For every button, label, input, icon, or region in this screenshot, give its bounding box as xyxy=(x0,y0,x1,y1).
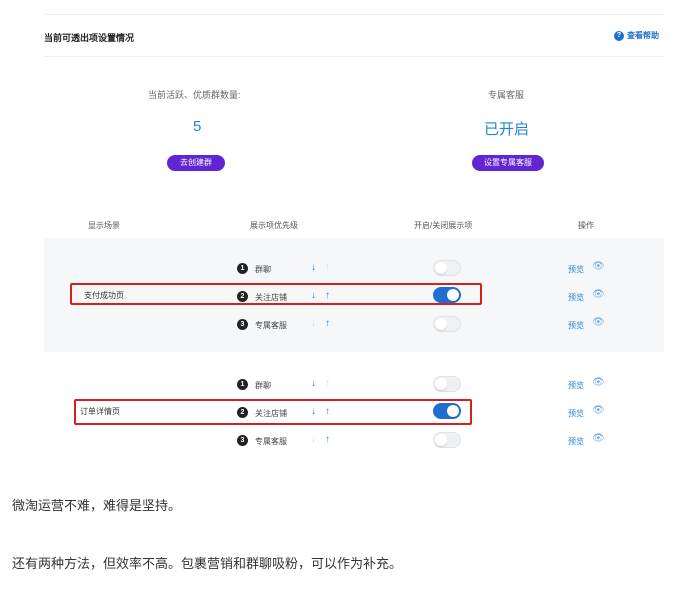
preview-link[interactable]: 预览 xyxy=(568,436,584,447)
rank-badge: 1 xyxy=(237,379,248,390)
exclusive-service-status: 已开启 xyxy=(484,121,530,138)
toggle-switch[interactable] xyxy=(433,432,461,448)
preview-link[interactable]: 预览 xyxy=(568,292,584,303)
highlight-box xyxy=(70,283,482,305)
header-scene: 显示场景 xyxy=(88,221,120,230)
preview-link[interactable]: 预览 xyxy=(568,320,584,331)
header-divider xyxy=(44,56,664,57)
eye-icon[interactable]: 👁 xyxy=(592,261,605,272)
article-paragraph: 微淘运营不难，难得是坚持。 xyxy=(12,499,182,514)
set-exclusive-service-button[interactable]: 设置专属客服 xyxy=(472,155,544,171)
header-toggle: 开启/关闭展示项 xyxy=(414,221,473,230)
create-group-button[interactable]: 去创建群 xyxy=(167,155,225,171)
help-icon: ? xyxy=(614,30,624,41)
arrow-down-icon[interactable]: ↓ xyxy=(311,263,316,273)
eye-icon[interactable]: 👁 xyxy=(592,405,605,416)
help-link[interactable]: ? 查看帮助 xyxy=(614,30,659,41)
rank-badge: 1 xyxy=(237,263,248,274)
header-action: 操作 xyxy=(578,221,594,230)
arrow-up-icon[interactable]: ↑ xyxy=(325,319,330,329)
eye-icon[interactable]: 👁 xyxy=(592,433,605,444)
eye-icon[interactable]: 👁 xyxy=(592,317,605,328)
arrow-down-icon[interactable]: ↓ xyxy=(311,379,316,389)
rank-badge: 3 xyxy=(237,435,248,446)
rank-badge: 3 xyxy=(237,319,248,330)
row-name-exclusive-service: 专属客服 xyxy=(255,437,287,446)
toggle-switch[interactable] xyxy=(433,376,461,392)
eye-icon[interactable]: 👁 xyxy=(592,289,605,300)
toggle-switch[interactable] xyxy=(433,316,461,332)
eye-icon[interactable]: 👁 xyxy=(592,377,605,388)
help-label: 查看帮助 xyxy=(627,31,659,40)
arrow-up-icon[interactable]: ↑ xyxy=(325,435,330,445)
header-priority: 展示项优先级 xyxy=(250,221,298,230)
active-groups-count: 5 xyxy=(193,118,202,135)
row-name-group-chat: 群聊 xyxy=(255,381,271,390)
article-paragraph: 还有两种方法，但效率不高。包裹营销和群聊吸粉，可以作为补充。 xyxy=(12,557,403,572)
panel-title: 当前可透出项设置情况 xyxy=(44,33,135,43)
top-border xyxy=(44,14,664,15)
arrow-down-icon: ↓ xyxy=(311,318,316,329)
exclusive-service-label: 专属客服 xyxy=(488,90,525,100)
active-groups-label: 当前活跃、优质群数量: xyxy=(148,90,241,100)
arrow-up-icon: ↑ xyxy=(325,378,330,389)
preview-link[interactable]: 预览 xyxy=(568,408,584,419)
arrow-down-icon: ↓ xyxy=(311,434,316,445)
row-name-group-chat: 群聊 xyxy=(255,265,271,274)
highlight-box xyxy=(74,399,472,425)
preview-link[interactable]: 预览 xyxy=(568,264,584,275)
arrow-up-icon: ↑ xyxy=(325,262,330,273)
toggle-switch[interactable] xyxy=(433,260,461,276)
preview-link[interactable]: 预览 xyxy=(568,380,584,391)
row-name-exclusive-service: 专属客服 xyxy=(255,321,287,330)
